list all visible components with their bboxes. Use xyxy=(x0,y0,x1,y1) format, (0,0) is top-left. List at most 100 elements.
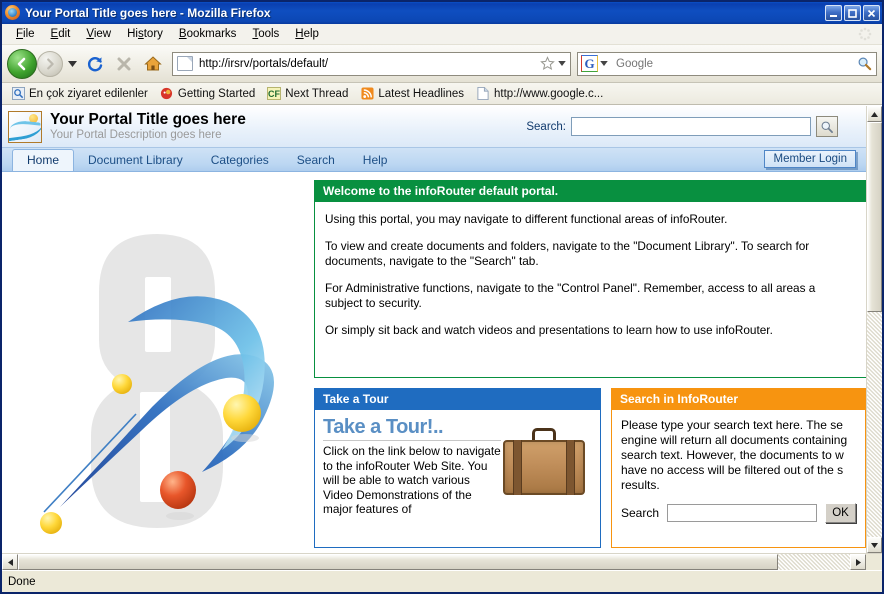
welcome-paragraph-2: To view and create documents and folders… xyxy=(325,239,810,268)
url-dropdown-button[interactable] xyxy=(556,59,568,68)
most-visited-icon xyxy=(11,87,25,101)
status-bar: Done xyxy=(2,570,882,592)
tab-document-library[interactable]: Document Library xyxy=(74,150,197,171)
forward-button[interactable] xyxy=(37,50,63,77)
page-icon xyxy=(177,56,193,71)
search-engine-dropdown-button[interactable] xyxy=(598,59,610,68)
firefox-bookmark-icon xyxy=(160,87,174,101)
search-panel-input[interactable] xyxy=(667,504,818,522)
bookmarks-toolbar: En çok ziyaret edilenler Getting Started… xyxy=(2,83,882,105)
welcome-paragraph-4: Or simply sit back and watch videos and … xyxy=(325,323,773,337)
back-button[interactable] xyxy=(7,48,37,79)
tour-body-text: Click on the link below to navigate to t… xyxy=(323,444,501,516)
bookmark-label: Getting Started xyxy=(177,87,256,100)
portal-panels-column: Welcome to the infoRouter default portal… xyxy=(308,172,866,553)
menu-bar: FFileile Edit View History Bookmarks Too… xyxy=(2,24,882,45)
search-panel-label: Search xyxy=(621,506,660,520)
tab-help[interactable]: Help xyxy=(349,150,402,171)
stop-button[interactable] xyxy=(111,51,137,77)
vertical-scroll-track[interactable] xyxy=(867,122,882,537)
search-panel-heading: Search in InfoRouter xyxy=(612,389,865,410)
portal-search-button[interactable] xyxy=(816,116,838,137)
coldfusion-icon: CF xyxy=(267,87,282,101)
menu-help[interactable]: Help xyxy=(287,26,327,42)
web-page-content: Your Portal Title goes here Your Portal … xyxy=(2,106,866,553)
url-input[interactable] xyxy=(197,56,538,71)
vertical-scrollbar[interactable] xyxy=(866,106,882,553)
title-bar: Your Portal Title goes here - Mozilla Fi… xyxy=(2,2,882,24)
portal-header: Your Portal Title goes here Your Portal … xyxy=(2,106,866,148)
scroll-down-button[interactable] xyxy=(867,537,882,553)
bookmark-label: http://www.google.c... xyxy=(494,87,604,100)
bookmark-label: Latest Headlines xyxy=(378,87,465,100)
bookmark-google-url[interactable]: http://www.google.c... xyxy=(471,86,608,102)
svg-text:CF: CF xyxy=(268,89,280,99)
bookmark-getting-started[interactable]: Getting Started xyxy=(155,86,260,102)
scrollbar-corner xyxy=(866,554,882,570)
maximize-button[interactable] xyxy=(844,5,861,21)
portal-logo-icon xyxy=(8,110,42,143)
minimize-button[interactable] xyxy=(825,5,842,21)
reload-button[interactable] xyxy=(82,51,108,77)
bookmark-next-thread[interactable]: CF Next Thread xyxy=(262,86,353,102)
search-input[interactable] xyxy=(610,56,854,71)
menu-tools[interactable]: Tools xyxy=(244,26,287,42)
search-panel-ok-button[interactable]: OK xyxy=(825,503,856,523)
scroll-left-button[interactable] xyxy=(2,554,18,570)
menu-view[interactable]: View xyxy=(78,26,119,42)
history-dropdown-button[interactable] xyxy=(66,60,79,67)
search-panel-body-text: Please type your search text here. The s… xyxy=(621,418,848,492)
page-description: Your Portal Description goes here xyxy=(50,129,222,141)
bookmark-latest-headlines[interactable]: Latest Headlines xyxy=(355,86,469,102)
portal-search-input[interactable] xyxy=(571,117,811,136)
horizontal-scroll-thumb[interactable] xyxy=(18,554,778,570)
bookmark-label: En çok ziyaret edilenler xyxy=(29,87,148,100)
home-button[interactable] xyxy=(140,51,166,77)
page-title: Your Portal Title goes here xyxy=(50,111,246,128)
menu-bookmarks[interactable]: Bookmarks xyxy=(171,26,245,42)
status-text: Done xyxy=(8,575,36,588)
horizontal-scroll-track[interactable] xyxy=(18,554,850,570)
scroll-right-button[interactable] xyxy=(850,554,866,570)
horizontal-scrollbar[interactable] xyxy=(2,553,882,570)
rss-feed-icon xyxy=(360,87,374,101)
browser-window: Your Portal Title goes here - Mozilla Fi… xyxy=(0,0,884,594)
url-bar[interactable] xyxy=(172,51,571,76)
search-magnifier-icon[interactable] xyxy=(854,56,874,71)
firefox-icon xyxy=(5,5,21,21)
portal-search-label: Search: xyxy=(526,120,566,133)
tab-categories[interactable]: Categories xyxy=(197,150,283,171)
welcome-paragraph-3: For Administrative functions, navigate t… xyxy=(325,281,816,310)
tour-panel-heading: Take a Tour xyxy=(315,389,600,410)
tab-search[interactable]: Search xyxy=(283,150,349,171)
menu-history[interactable]: History xyxy=(119,26,171,42)
bookmark-label: Next Thread xyxy=(285,87,349,100)
inforouter-logo-artwork xyxy=(40,234,274,534)
vertical-scroll-thumb[interactable] xyxy=(867,122,882,312)
portal-tab-bar: Home Document Library Categories Search … xyxy=(2,148,866,172)
page-viewport: Your Portal Title goes here Your Portal … xyxy=(2,105,882,570)
bookmark-most-visited[interactable]: En çok ziyaret edilenler xyxy=(6,86,153,102)
window-title: Your Portal Title goes here - Mozilla Fi… xyxy=(25,6,271,20)
welcome-paragraph-1: Using this portal, you may navigate to d… xyxy=(325,212,728,226)
window-controls xyxy=(825,5,880,21)
briefcase-icon xyxy=(501,426,587,496)
member-login-button[interactable]: Member Login xyxy=(764,150,856,168)
bookmark-star-icon[interactable] xyxy=(538,56,556,71)
portal-search-box: Search: xyxy=(526,116,860,137)
menu-file[interactable]: FFileile xyxy=(8,26,43,42)
navigation-toolbar: G xyxy=(2,45,882,83)
portal-hero-column xyxy=(2,172,308,553)
take-a-tour-panel: Take a Tour Take a Tour!.. Click on the … xyxy=(314,388,601,548)
search-bar[interactable]: G xyxy=(577,51,877,76)
scroll-up-button[interactable] xyxy=(867,106,882,122)
google-logo-icon: G xyxy=(581,55,598,72)
loading-spinner-icon xyxy=(858,27,872,41)
page-icon xyxy=(476,87,490,101)
close-button[interactable] xyxy=(863,5,880,21)
portal-body: Welcome to the infoRouter default portal… xyxy=(2,172,866,553)
welcome-panel: Welcome to the infoRouter default portal… xyxy=(314,180,866,378)
tour-title: Take a Tour!.. xyxy=(323,416,501,441)
tab-home[interactable]: Home xyxy=(12,149,75,171)
menu-edit[interactable]: Edit xyxy=(43,26,79,42)
